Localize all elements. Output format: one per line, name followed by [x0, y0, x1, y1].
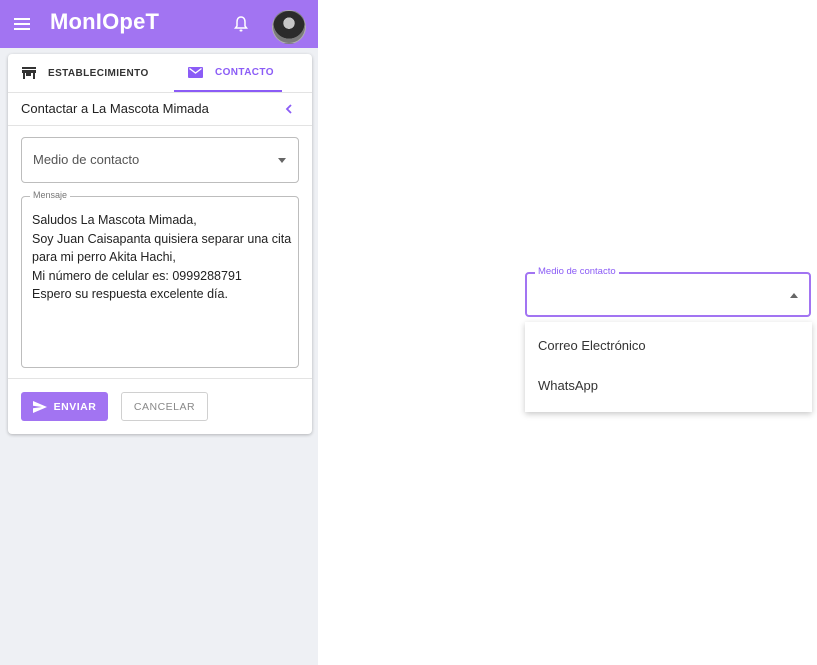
cancel-label: CANCELAR: [133, 400, 196, 413]
contact-card: ESTABLECIMIENTO CONTACTO Contactar a La …: [8, 54, 312, 434]
send-icon: [32, 400, 47, 413]
contact-method-select[interactable]: Medio de contacto: [21, 137, 299, 183]
option-whatsapp[interactable]: WhatsApp: [525, 367, 812, 405]
tab-label: CONTACTO: [215, 66, 274, 78]
cancel-button[interactable]: CANCELAR: [121, 392, 208, 421]
message-textarea[interactable]: Mensaje Saludos La Mascota Mimada, Soy J…: [21, 190, 299, 368]
contact-title: Contactar a La Mascota Mimada: [21, 101, 209, 116]
menu-icon[interactable]: [14, 17, 30, 31]
send-label: ENVIAR: [53, 400, 97, 413]
message-text: Saludos La Mascota Mimada, Soy Juan Cais…: [32, 213, 292, 301]
dropdown-menu: Correo Electrónico WhatsApp: [525, 322, 812, 412]
option-label: WhatsApp: [538, 378, 598, 393]
contact-header: Contactar a La Mascota Mimada: [8, 93, 312, 126]
dropdown-arrow-icon: [790, 293, 798, 298]
contact-method-select-open[interactable]: Medio de contacto: [525, 266, 811, 317]
dropdown-arrow-icon: [278, 158, 286, 163]
tab-establecimiento[interactable]: ESTABLECIMIENTO: [22, 54, 149, 92]
option-correo-electronico[interactable]: Correo Electrónico: [525, 327, 812, 365]
bell-icon[interactable]: [233, 15, 249, 33]
select-label: Medio de contacto: [535, 266, 619, 277]
tab-bar: ESTABLECIMIENTO CONTACTO: [8, 54, 312, 93]
tab-label: ESTABLECIMIENTO: [48, 67, 149, 79]
card-actions: ENVIAR CANCELAR: [8, 378, 312, 434]
option-label: Correo Electrónico: [538, 338, 646, 353]
select-placeholder: Medio de contacto: [33, 152, 140, 167]
store-icon: [22, 67, 36, 79]
send-button[interactable]: ENVIAR: [21, 392, 108, 421]
tab-contacto[interactable]: CONTACTO: [174, 54, 282, 92]
chevron-left-icon[interactable]: [284, 103, 294, 115]
avatar[interactable]: [272, 10, 306, 44]
app-bar: MonIOpeT: [0, 0, 318, 48]
app-title: MonIOpeT: [50, 9, 160, 34]
mobile-screen: MonIOpeT ESTABLECIMIENTO CONTACTO Contac…: [0, 0, 318, 665]
message-label: Mensaje: [30, 190, 71, 200]
mail-icon: [188, 66, 203, 78]
